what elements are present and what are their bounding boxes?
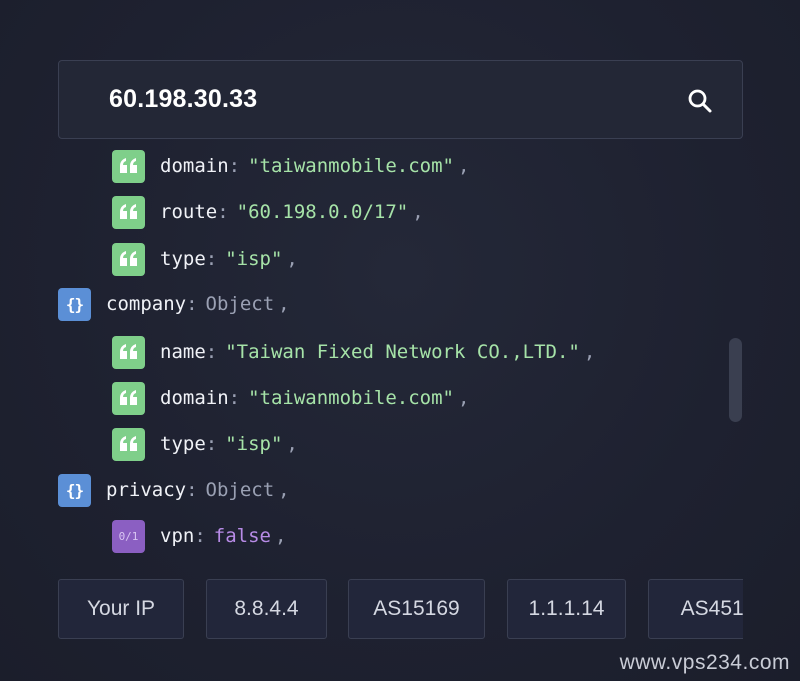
json-key: vpn (160, 525, 195, 547)
braces-icon: {} (58, 473, 91, 507)
json-value: "isp" (225, 433, 283, 455)
quick-lookup-button[interactable]: Your IP (58, 579, 184, 639)
json-comma: , (278, 479, 290, 501)
scrollbar[interactable] (729, 338, 742, 422)
quote-icon (112, 242, 145, 276)
quote-icon (112, 427, 145, 461)
binary-icon: 0/1 (112, 519, 145, 553)
json-result-view[interactable]: domain: "taiwanmobile.com", route: "60.198.… (58, 145, 743, 563)
watermark: www.vps234.com (619, 651, 790, 674)
json-comma: , (274, 525, 287, 547)
quick-lookup-button[interactable]: 8.8.4.4 (206, 579, 327, 639)
json-row-privacy[interactable]: {} privacy: Object, (58, 473, 290, 507)
json-colon: : (228, 155, 241, 177)
json-key: privacy (106, 479, 187, 501)
search-icon[interactable] (686, 87, 714, 115)
quick-lookup-button[interactable]: 1.1.1.14 (507, 579, 626, 639)
quote-icon (112, 381, 145, 415)
json-row-vpn[interactable]: 0/1 vpn: false, (112, 519, 286, 553)
json-row-route[interactable]: route: "60.198.0.0/17", (112, 195, 424, 229)
json-key: name (160, 341, 206, 363)
braces-icon: {} (58, 287, 91, 321)
json-colon: : (228, 387, 241, 409)
json-row-company[interactable]: {} company: Object, (58, 287, 290, 321)
quote-icon (112, 195, 145, 229)
json-value: Object (205, 293, 275, 315)
quick-lookup-bar: Your IP 8.8.4.4 AS15169 1.1.1.14 AS4519 (0, 570, 743, 650)
json-row-domain[interactable]: domain: "taiwanmobile.com", (112, 149, 469, 183)
json-colon: : (186, 479, 198, 501)
search-box[interactable]: 60.198.30.33 (58, 60, 743, 139)
json-key: company (106, 293, 187, 315)
json-key: route (160, 201, 218, 223)
search-input[interactable]: 60.198.30.33 (109, 85, 257, 114)
json-colon: : (194, 525, 206, 547)
quote-icon (112, 149, 145, 183)
json-row-name[interactable]: name: "Taiwan Fixed Network CO.,LTD.", (112, 335, 595, 369)
json-colon: : (186, 293, 198, 315)
quick-lookup-button[interactable]: AS4519 (648, 579, 743, 639)
json-value: false (213, 525, 271, 547)
json-comma: , (286, 433, 298, 455)
json-colon: : (217, 201, 229, 223)
quote-icon (112, 335, 145, 369)
braces-glyph: {} (65, 294, 84, 314)
json-value: "taiwanmobile.com" (248, 155, 454, 177)
json-value: "60.198.0.0/17" (236, 201, 409, 223)
json-comma: , (458, 155, 470, 177)
braces-glyph: {} (65, 480, 84, 500)
binary-glyph: 0/1 (118, 529, 139, 543)
json-colon: : (205, 248, 218, 270)
json-comma: , (583, 341, 596, 363)
json-key: domain (160, 155, 229, 177)
json-value: Object (205, 479, 275, 501)
json-colon: : (205, 341, 218, 363)
json-comma: , (458, 387, 470, 409)
json-comma: , (286, 248, 298, 270)
json-key: type (160, 248, 206, 270)
json-key: type (160, 433, 206, 455)
json-value: "taiwanmobile.com" (248, 387, 454, 409)
json-row-type[interactable]: type: "isp", (112, 242, 298, 276)
json-row-type[interactable]: type: "isp", (112, 427, 298, 461)
json-value: "isp" (225, 248, 283, 270)
quick-lookup-button[interactable]: AS15169 (348, 579, 485, 639)
json-comma: , (278, 293, 290, 315)
json-value: "Taiwan Fixed Network CO.,LTD." (225, 341, 580, 363)
json-key: domain (160, 387, 229, 409)
json-comma: , (412, 201, 424, 223)
json-row-domain[interactable]: domain: "taiwanmobile.com", (112, 381, 469, 415)
json-colon: : (205, 433, 218, 455)
